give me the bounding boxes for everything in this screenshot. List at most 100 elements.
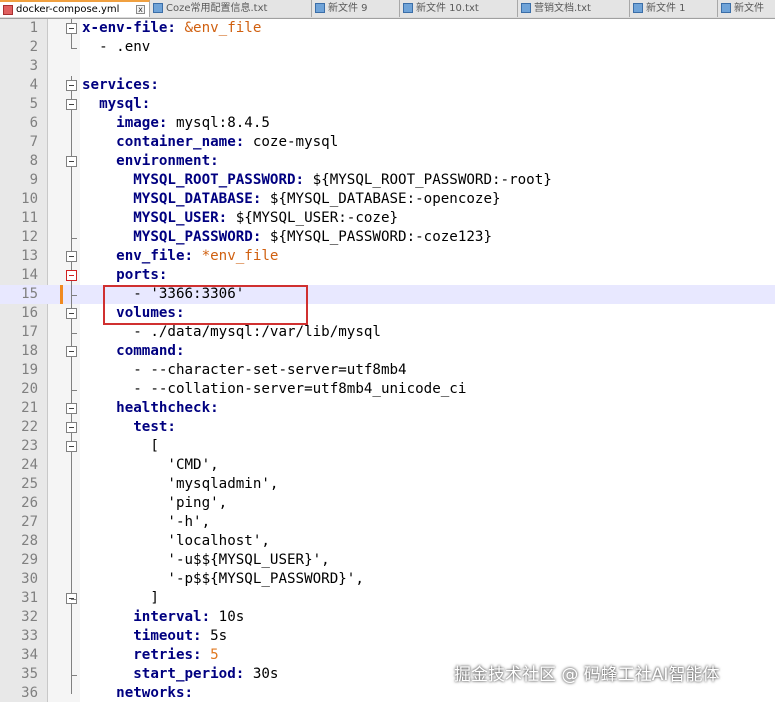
yaml-value: [82, 647, 133, 663]
code-line: 13 env_file: *env_file: [0, 247, 775, 266]
code-text[interactable]: timeout: 5s: [82, 627, 227, 646]
yaml-value: [82, 666, 133, 682]
fold-end-mark: [71, 48, 77, 49]
tab-2[interactable]: 新文件 9: [312, 0, 400, 17]
code-line: 11 MYSQL_USER: ${MYSQL_USER:-coze}: [0, 209, 775, 228]
code-text[interactable]: 'localhost',: [82, 532, 270, 551]
yaml-value: [82, 343, 116, 359]
code-line: 28 'localhost',: [0, 532, 775, 551]
tab-label: Coze常用配置信息.txt: [166, 3, 268, 14]
fold-toggle-icon[interactable]: [66, 99, 77, 110]
code-text[interactable]: healthcheck:: [82, 399, 219, 418]
code-text[interactable]: '-h',: [82, 513, 210, 532]
code-line: 12 MYSQL_PASSWORD: ${MYSQL_PASSWORD:-coz…: [0, 228, 775, 247]
yaml-key: start_period:: [133, 666, 245, 682]
yaml-value: ${MYSQL_USER:-coze}: [227, 210, 399, 226]
code-text[interactable]: ports:: [82, 266, 167, 285]
yaml-value: 'mysqladmin',: [82, 476, 279, 492]
fold-end-mark: [71, 295, 77, 296]
line-number: 6: [29, 115, 38, 131]
code-text[interactable]: 'mysqladmin',: [82, 475, 278, 494]
code-text[interactable]: container_name: coze-mysql: [82, 133, 338, 152]
code-text[interactable]: 'ping',: [82, 494, 227, 513]
code-text[interactable]: image: mysql:8.4.5: [82, 114, 270, 133]
yaml-value: - .env: [82, 39, 151, 55]
code-line: 32 interval: 10s: [0, 608, 775, 627]
code-text[interactable]: ]: [82, 589, 159, 608]
yaml-key: MYSQL_DATABASE:: [133, 191, 262, 207]
line-number: 1: [29, 20, 38, 36]
code-line: 27 '-h',: [0, 513, 775, 532]
line-number: 22: [21, 419, 38, 435]
code-text[interactable]: '-u$${MYSQL_USER}',: [82, 551, 329, 570]
tab-6[interactable]: 新文件: [718, 0, 775, 17]
code-text[interactable]: x-env-file: &env_file: [82, 19, 261, 38]
code-text[interactable]: - .env: [82, 38, 150, 57]
yaml-value: [193, 248, 202, 264]
code-text[interactable]: mysql:: [82, 95, 150, 114]
code-text[interactable]: networks:: [82, 684, 193, 703]
yaml-key: test:: [133, 419, 176, 435]
fold-toggle-icon[interactable]: [66, 422, 77, 433]
line-number: 30: [21, 571, 38, 587]
fold-toggle-icon[interactable]: [66, 251, 77, 262]
code-text[interactable]: [: [82, 437, 159, 456]
file-icon: [721, 3, 731, 13]
code-text[interactable]: start_period: 30s: [82, 665, 278, 684]
yaml-value: [: [82, 438, 159, 454]
code-text[interactable]: retries: 5: [82, 646, 218, 665]
yaml-value: - --collation-server=utf8mb4_unicode_ci: [82, 381, 467, 397]
code-editor[interactable]: 1 x-env-file: &env_file 2 - .env 3 4 services…: [0, 19, 775, 702]
code-text[interactable]: - ./data/mysql:/var/lib/mysql: [82, 323, 381, 342]
tab-3[interactable]: 新文件 10.txt: [400, 0, 518, 17]
code-line: 33 timeout: 5s: [0, 627, 775, 646]
yaml-value: ${MYSQL_DATABASE:-opencoze}: [261, 191, 501, 207]
line-number: 21: [21, 400, 38, 416]
code-text[interactable]: MYSQL_ROOT_PASSWORD: ${MYSQL_ROOT_PASSWO…: [82, 171, 552, 190]
fold-toggle-icon[interactable]: [66, 156, 77, 167]
tab-4[interactable]: 营销文档.txt: [518, 0, 630, 17]
code-text[interactable]: '-p$${MYSQL_PASSWORD}',: [82, 570, 363, 589]
fold-toggle-icon[interactable]: [66, 403, 77, 414]
line-number: 32: [21, 609, 38, 625]
code-text[interactable]: MYSQL_USER: ${MYSQL_USER:-coze}: [82, 209, 398, 228]
fold-toggle-icon[interactable]: [66, 80, 77, 91]
code-text[interactable]: 'CMD',: [82, 456, 218, 475]
file-icon: [521, 3, 531, 13]
yaml-value: [202, 647, 211, 663]
yaml-value: ${MYSQL_ROOT_PASSWORD:-root}: [304, 172, 552, 188]
tab-5[interactable]: 新文件 1: [630, 0, 718, 17]
yaml-value: [82, 96, 99, 112]
code-text[interactable]: - --character-set-server=utf8mb4: [82, 361, 406, 380]
code-text[interactable]: services:: [82, 76, 159, 95]
code-text[interactable]: interval: 10s: [82, 608, 244, 627]
tab-0[interactable]: docker-compose.yml x: [0, 0, 150, 17]
fold-toggle-icon[interactable]: [66, 346, 77, 357]
yaml-key: MYSQL_PASSWORD:: [133, 229, 262, 245]
yaml-value: [82, 400, 116, 416]
code-text[interactable]: MYSQL_PASSWORD: ${MYSQL_PASSWORD:-coze12…: [82, 228, 492, 247]
tab-1[interactable]: Coze常用配置信息.txt: [150, 0, 312, 17]
code-line: 31 ]: [0, 589, 775, 608]
fold-toggle-icon[interactable]: [66, 441, 77, 452]
code-line: 4 services:: [0, 76, 775, 95]
close-icon[interactable]: x: [136, 5, 145, 14]
yaml-value: ]: [82, 590, 159, 606]
yaml-value: [82, 134, 116, 150]
code-line: 29 '-u$${MYSQL_USER}',: [0, 551, 775, 570]
code-text[interactable]: MYSQL_DATABASE: ${MYSQL_DATABASE:-openco…: [82, 190, 501, 209]
code-text[interactable]: - --collation-server=utf8mb4_unicode_ci: [82, 380, 466, 399]
fold-toggle-icon[interactable]: [66, 308, 77, 319]
fold-toggle-icon[interactable]: [66, 23, 77, 34]
code-text[interactable]: env_file: *env_file: [82, 247, 278, 266]
yaml-value: [82, 685, 116, 701]
code-text[interactable]: environment:: [82, 152, 219, 171]
fold-toggle-icon[interactable]: [66, 270, 77, 281]
code-line: 36 networks:: [0, 684, 775, 703]
file-icon: [403, 3, 413, 13]
code-text[interactable]: test:: [82, 418, 176, 437]
code-text[interactable]: command:: [82, 342, 184, 361]
yaml-key: mysql:: [99, 96, 151, 112]
line-number: 33: [21, 628, 38, 644]
fold-end-mark: [71, 238, 77, 239]
